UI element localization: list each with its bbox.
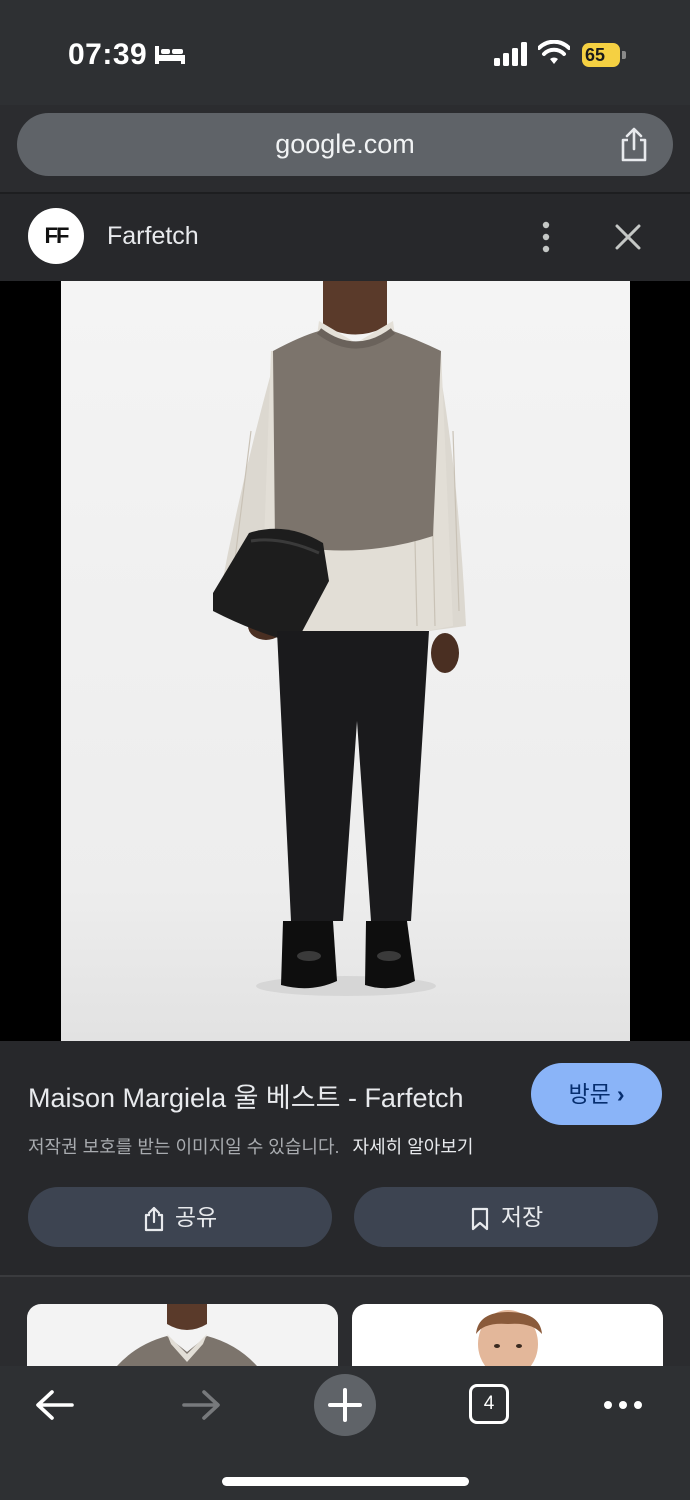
url-text[interactable]: google.com xyxy=(17,129,673,160)
visit-label: 방문 xyxy=(568,1081,611,1107)
learn-more-link[interactable]: 자세히 알아보기 xyxy=(353,1137,474,1157)
site-name[interactable]: Farfetch xyxy=(107,222,199,251)
share-button[interactable]: 공유 xyxy=(28,1187,332,1247)
status-time: 07:39 xyxy=(68,38,148,71)
new-tab-button[interactable] xyxy=(314,1374,376,1436)
close-icon[interactable] xyxy=(613,222,643,252)
bookmark-icon xyxy=(471,1207,488,1231)
related-image-2-illustration xyxy=(476,1310,542,1366)
status-bar: 07:39 65 xyxy=(0,0,690,105)
battery-level: 65 xyxy=(582,43,620,67)
visit-button[interactable]: 방문 › xyxy=(531,1063,662,1125)
bed-icon xyxy=(155,46,185,64)
forward-arrow-icon[interactable] xyxy=(180,1388,222,1422)
battery-charging-icon: 65 xyxy=(582,43,628,67)
share-label: 공유 xyxy=(174,1204,218,1230)
related-image-1[interactable] xyxy=(27,1304,338,1366)
plus-icon xyxy=(328,1388,362,1422)
related-image-1-illustration xyxy=(117,1304,257,1366)
chevron-right-icon: › xyxy=(616,1081,625,1107)
site-logo-text: FF xyxy=(44,223,70,248)
wifi-icon xyxy=(538,40,570,64)
back-arrow-icon[interactable] xyxy=(34,1388,76,1422)
save-label: 저장 xyxy=(500,1204,544,1230)
product-image[interactable] xyxy=(61,281,630,1041)
kebab-menu-icon[interactable] xyxy=(536,220,556,254)
image-title[interactable]: Maison Margiela 울 베스트 - Farfetch xyxy=(28,1076,463,1115)
signal-icon xyxy=(494,42,527,66)
divider xyxy=(0,1275,690,1277)
copyright-notice: 저작권 보호를 받는 이미지일 수 있습니다. 자세히 알아보기 xyxy=(28,1133,473,1159)
copyright-text: 저작권 보호를 받는 이미지일 수 있습니다. xyxy=(28,1137,340,1157)
share-icon xyxy=(144,1206,163,1232)
site-header: FF Farfetch xyxy=(0,194,690,281)
model-illustration xyxy=(213,281,466,996)
image-viewer[interactable] xyxy=(0,281,690,1041)
address-bar[interactable]: google.com xyxy=(17,113,673,176)
image-info-panel: Maison Margiela 울 베스트 - Farfetch 방문 › 저작권… xyxy=(0,1041,690,1275)
home-indicator[interactable] xyxy=(222,1477,469,1486)
save-button[interactable]: 저장 xyxy=(354,1187,658,1247)
more-icon[interactable] xyxy=(603,1400,643,1410)
tab-switcher-icon[interactable]: 4 xyxy=(469,1384,509,1424)
site-logo[interactable]: FF xyxy=(28,208,84,264)
share-icon[interactable] xyxy=(617,127,651,163)
related-image-2[interactable] xyxy=(352,1304,663,1366)
